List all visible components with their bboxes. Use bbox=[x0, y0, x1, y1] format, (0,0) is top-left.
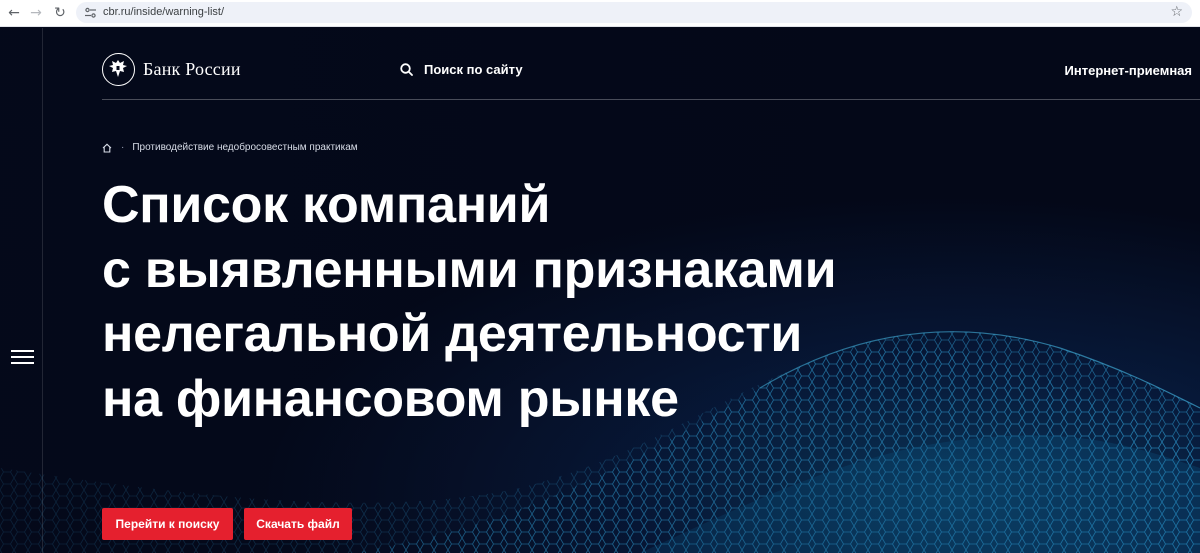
site-search-button[interactable]: Поиск по сайту bbox=[400, 62, 523, 77]
url-text[interactable]: cbr.ru/inside/warning-list/ bbox=[103, 5, 224, 20]
sidebar-divider bbox=[42, 28, 43, 553]
title-line: нелегальной деятельности bbox=[102, 305, 803, 363]
home-icon[interactable] bbox=[102, 143, 112, 153]
logo-text: Банк России bbox=[143, 59, 241, 79]
search-label: Поиск по сайту bbox=[424, 62, 523, 77]
search-icon bbox=[400, 63, 413, 76]
breadcrumb-separator: · bbox=[121, 142, 125, 153]
reload-icon[interactable]: ↻ bbox=[50, 3, 70, 23]
breadcrumb: · Противодействие недобросовестным практ… bbox=[102, 142, 358, 153]
address-bar[interactable]: cbr.ru/inside/warning-list/ ☆ bbox=[76, 2, 1192, 23]
menu-hamburger-icon[interactable] bbox=[11, 348, 35, 368]
eagle-emblem-icon bbox=[102, 53, 135, 86]
forward-arrow-icon[interactable]: → bbox=[26, 3, 46, 23]
title-line: с выявленными признаками bbox=[102, 240, 837, 299]
go-to-search-button[interactable]: Перейти к поиску bbox=[102, 508, 233, 540]
internet-reception-link[interactable]: Интернет-приемная bbox=[1065, 63, 1192, 78]
breadcrumb-item[interactable]: Противодействие недобросовестным практик… bbox=[132, 142, 357, 153]
header-divider bbox=[102, 99, 1200, 100]
hero-page: Банк России Поиск по сайту Интернет-прие… bbox=[0, 28, 1200, 553]
title-line: Список компаний bbox=[102, 176, 551, 234]
page-title: Список компаний с выявленными признаками… bbox=[102, 173, 1002, 431]
site-settings-icon[interactable] bbox=[84, 6, 97, 19]
download-file-button[interactable]: Скачать файл bbox=[244, 508, 352, 540]
bookmark-star-icon[interactable]: ☆ bbox=[1170, 3, 1183, 21]
back-arrow-icon[interactable]: ← bbox=[4, 3, 24, 23]
bank-logo[interactable]: Банк России bbox=[102, 53, 241, 86]
title-line: на финансовом рынке bbox=[102, 369, 679, 428]
browser-toolbar: ← → ↻ cbr.ru/inside/warning-list/ ☆ bbox=[0, 0, 1200, 27]
